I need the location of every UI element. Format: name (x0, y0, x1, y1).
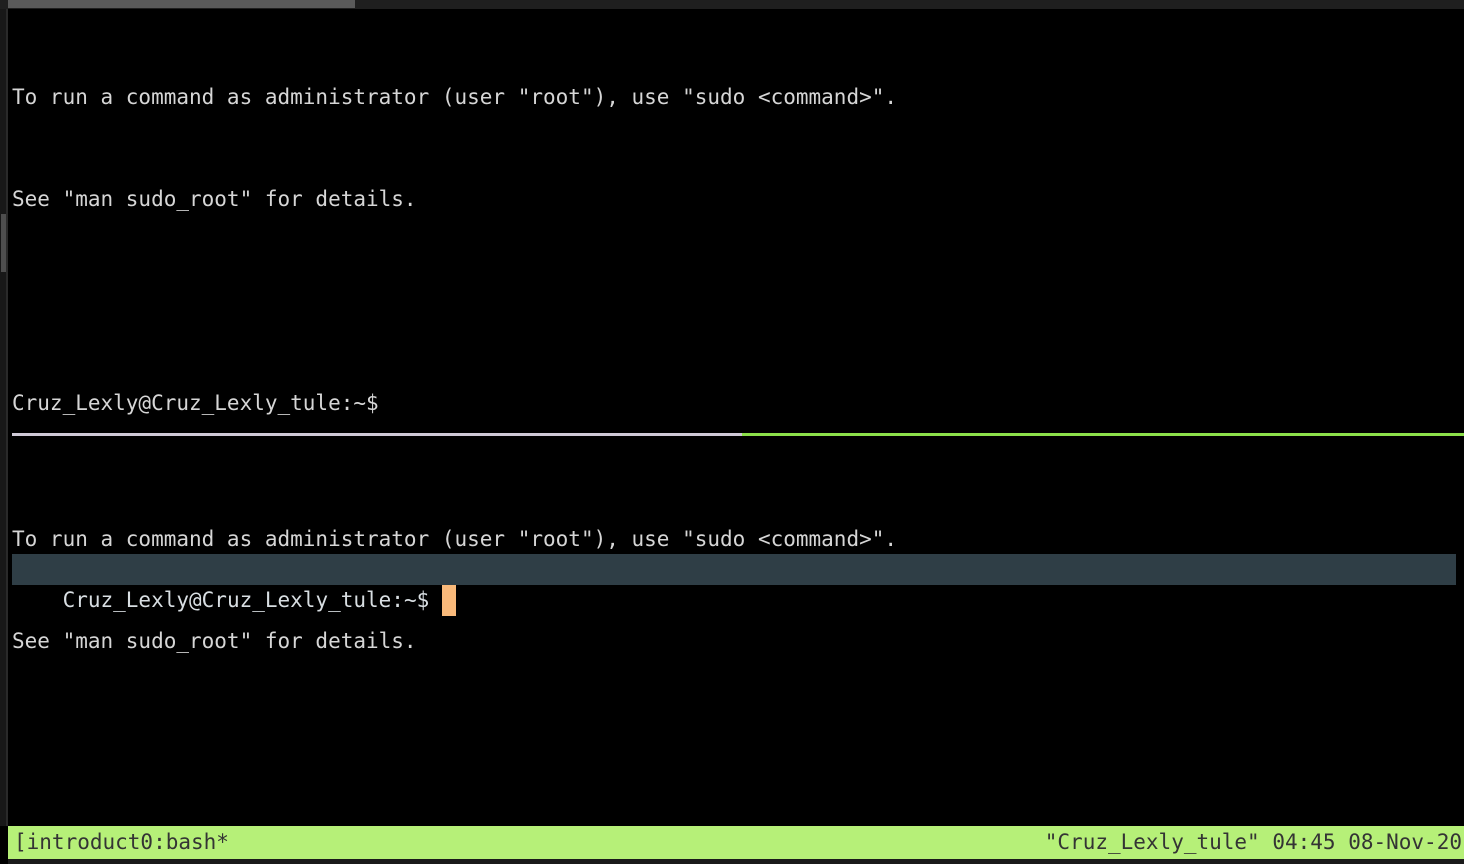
horizontal-scrollbar-thumb[interactable] (8, 0, 355, 8)
pane-divider[interactable] (12, 433, 1464, 436)
status-bar-host-datetime: "Cruz_Lexly_tule" 04:45 08-Nov-20 (1044, 830, 1462, 854)
terminal-output-line: See "man sudo_root" for details. (12, 629, 417, 653)
terminal-output-line: See "man sudo_root" for details. (12, 187, 417, 211)
status-bar-underline (8, 859, 1464, 864)
tmux-status-bar[interactable]: [introduct0:bash* "Cruz_Lexly_tule" 04:4… (8, 826, 1464, 859)
text-cursor[interactable] (441, 585, 456, 616)
terminal-output-line: To run a command as administrator (user … (12, 85, 898, 109)
status-bar-session-window[interactable]: [introduct0:bash* (14, 826, 229, 859)
terminal-prompt-line: Cruz_Lexly@Cruz_Lexly_tule:~$ (12, 391, 379, 415)
horizontal-scrollbar[interactable] (0, 0, 1464, 9)
terminal-output-line: To run a command as administrator (user … (12, 527, 898, 551)
active-prompt-row[interactable]: Cruz_Lexly@Cruz_Lexly_tule:~$ (12, 554, 1456, 616)
shell-prompt-text: Cruz_Lexly@Cruz_Lexly_tule:~$ (62, 588, 442, 612)
terminal-pane-bottom[interactable]: To run a command as administrator (user … (12, 454, 1464, 828)
window-left-border (6, 9, 8, 826)
terminal-pane-top[interactable]: To run a command as administrator (user … (12, 12, 1464, 488)
terminal-window: To run a command as administrator (user … (0, 0, 1464, 864)
pane-divider-active-segment (742, 433, 1464, 436)
pane-divider-inactive-segment (12, 433, 742, 436)
